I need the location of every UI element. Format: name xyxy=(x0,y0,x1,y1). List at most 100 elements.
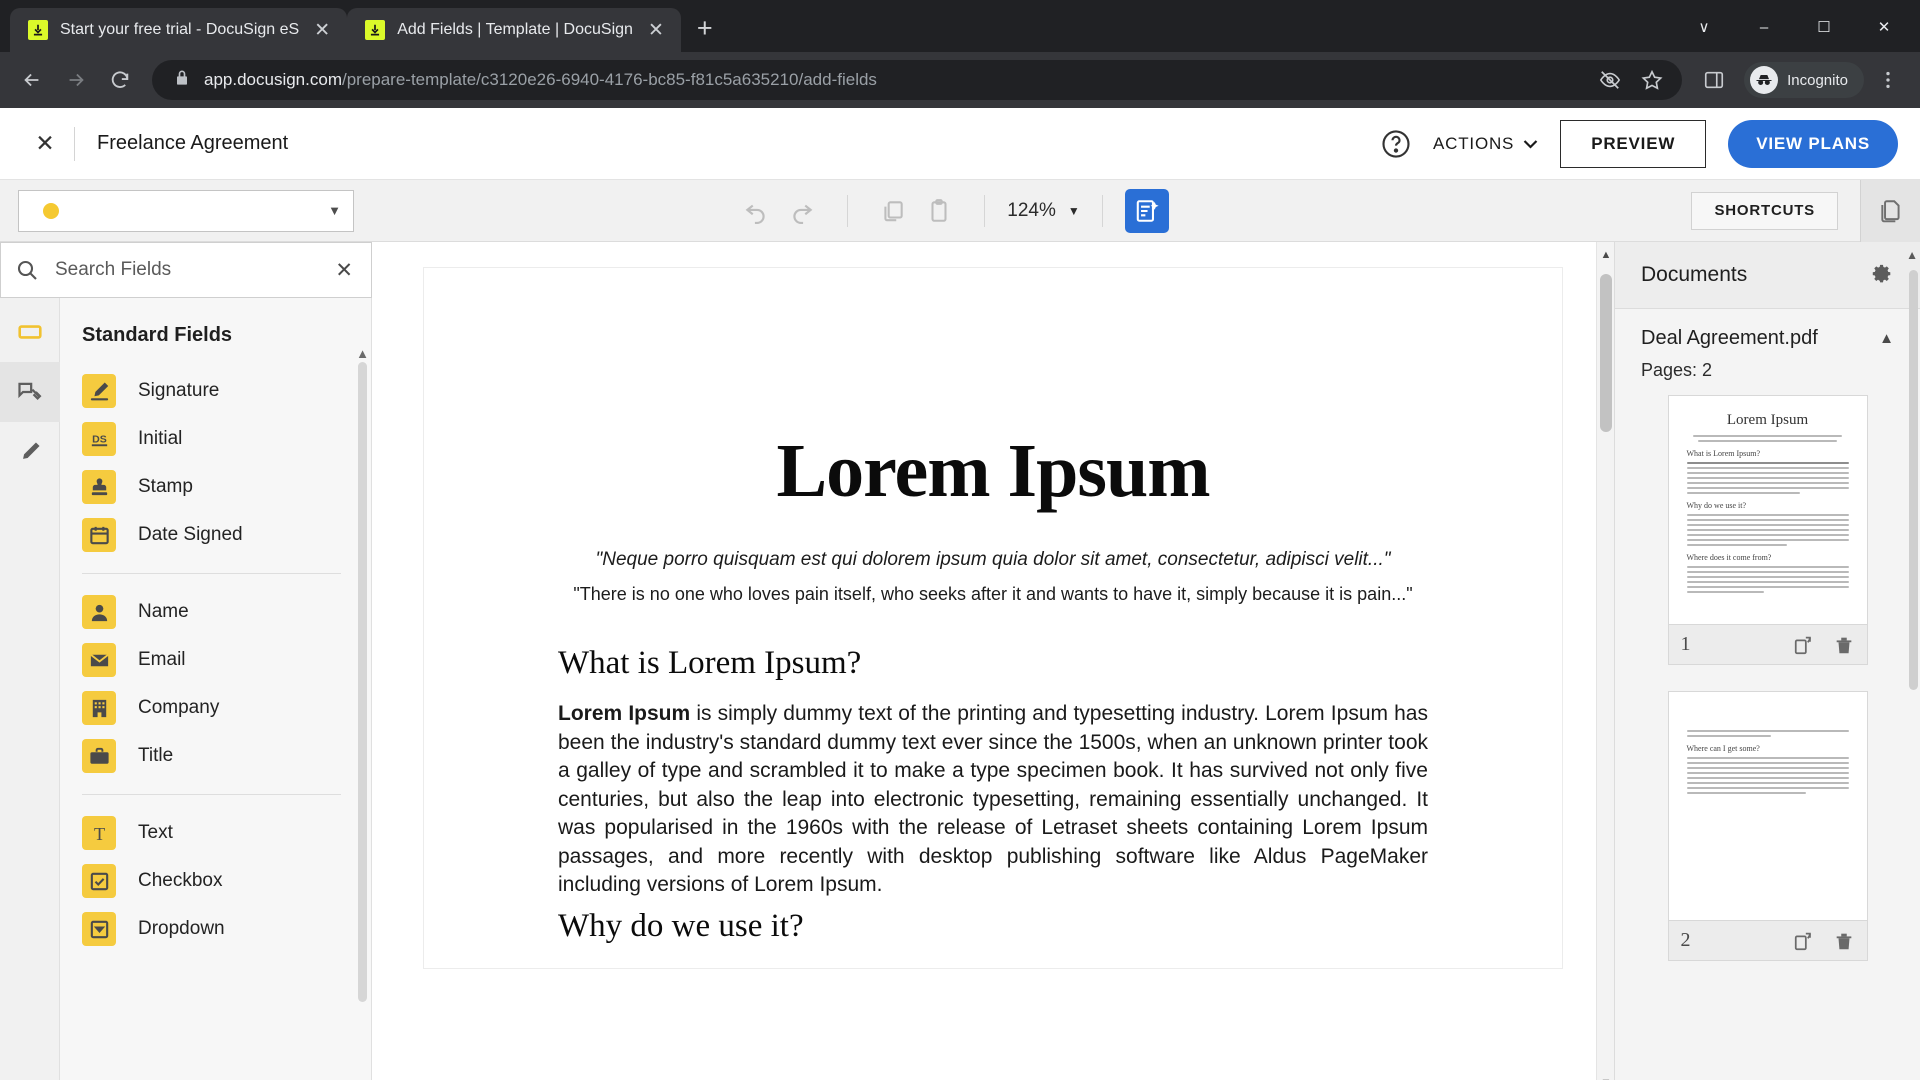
signature-icon xyxy=(82,374,116,408)
main-area: ✕ Standard Fields Signature DS Initial xyxy=(0,242,1920,1080)
field-item-date-signed[interactable]: Date Signed xyxy=(60,511,371,559)
address-bar[interactable]: app.docusign.com/prepare-template/c3120e… xyxy=(152,60,1683,100)
page-title: Freelance Agreement xyxy=(97,132,289,154)
browser-tab-2-close-icon[interactable]: ✕ xyxy=(645,21,667,40)
view-plans-button[interactable]: VIEW PLANS xyxy=(1728,119,1898,168)
incognito-indicator[interactable]: Incognito xyxy=(1744,62,1864,98)
browser-tab-2[interactable]: Add Fields | Template | DocuSign ✕ xyxy=(347,8,681,52)
delete-icon[interactable] xyxy=(1833,634,1855,656)
field-item-email[interactable]: Email xyxy=(60,636,371,684)
field-label: Title xyxy=(138,745,174,766)
field-label: Name xyxy=(138,601,189,622)
search-icon xyxy=(15,258,39,282)
page-scroll-area[interactable]: Lorem Ipsum "Neque porro quisquam est qu… xyxy=(372,242,1614,1080)
documents-toggle-icon[interactable] xyxy=(1860,179,1920,242)
recipient-select[interactable]: ▼ xyxy=(18,189,354,232)
doc-body-paragraph: Lorem Ipsum is simply dummy text of the … xyxy=(558,700,1428,900)
documents-title: Documents xyxy=(1641,263,1748,286)
page-thumbnail-2[interactable]: Where can I get some? 2 xyxy=(1667,691,1868,961)
minimize-window-icon[interactable]: – xyxy=(1736,8,1792,46)
toolbar-center: 124% ▼ xyxy=(372,188,1530,234)
viewer-vscroll-thumb[interactable] xyxy=(1600,274,1612,432)
doc-heading: Lorem Ipsum xyxy=(776,429,1210,513)
field-item-checkbox[interactable]: Checkbox xyxy=(60,857,371,905)
page-thumbnail-2-preview[interactable]: Where can I get some? xyxy=(1667,691,1868,921)
copy-icon[interactable] xyxy=(870,188,916,234)
recipients-icon[interactable] xyxy=(0,362,60,422)
paste-icon[interactable] xyxy=(916,188,962,234)
window-controls: ∨ – ☐ ✕ xyxy=(1676,8,1912,46)
field-group-divider xyxy=(82,794,341,795)
documents-list: Deal Agreement.pdf ▲ Pages: 2 Lorem Ipsu… xyxy=(1615,308,1920,1080)
gear-icon[interactable] xyxy=(1868,262,1894,288)
field-item-dropdown[interactable]: Dropdown xyxy=(60,905,371,953)
field-item-initial[interactable]: DS Initial xyxy=(60,415,371,463)
field-label: Email xyxy=(138,649,186,670)
field-item-title[interactable]: Title xyxy=(60,732,371,780)
field-item-company[interactable]: Company xyxy=(60,684,371,732)
field-item-text[interactable]: T Text xyxy=(60,809,371,857)
bookmark-star-icon[interactable] xyxy=(1632,60,1672,100)
side-panel-icon[interactable] xyxy=(1694,60,1734,100)
thumb-section-3: Where does it come from? xyxy=(1686,553,1772,562)
page-thumbnail-1-preview[interactable]: Lorem Ipsum What is Lorem Ipsum? Why do … xyxy=(1667,395,1868,625)
viewer-scroll-up-icon[interactable]: ▲ xyxy=(1597,244,1614,266)
chevron-up-icon[interactable]: ▲ xyxy=(1879,330,1894,347)
delete-icon[interactable] xyxy=(1833,930,1855,952)
chrome-menu-icon[interactable] xyxy=(1868,60,1908,100)
url-text: app.docusign.com/prepare-template/c3120e… xyxy=(204,70,877,90)
checkbox-icon xyxy=(82,864,116,898)
omnibox-actions xyxy=(1590,60,1672,100)
tracking-protection-icon[interactable] xyxy=(1590,60,1630,100)
fields-scrollbar-thumb[interactable] xyxy=(358,362,367,1002)
field-group-divider xyxy=(82,573,341,574)
new-tab-button[interactable]: + xyxy=(697,15,713,42)
field-label: Signature xyxy=(138,380,220,401)
reload-icon[interactable] xyxy=(100,60,140,100)
viewer-vertical-scrollbar[interactable]: ▲ ▼ xyxy=(1596,242,1614,1080)
shortcuts-button[interactable]: SHORTCUTS xyxy=(1691,191,1838,230)
help-icon[interactable] xyxy=(1381,129,1411,159)
zoom-level-control[interactable]: 124% ▼ xyxy=(1007,200,1080,222)
search-fields-wrap: ✕ xyxy=(0,242,372,298)
pen-icon[interactable] xyxy=(0,422,60,482)
forward-icon[interactable] xyxy=(56,60,96,100)
document-page[interactable]: Lorem Ipsum "Neque porro quisquam est qu… xyxy=(424,268,1562,968)
search-input[interactable] xyxy=(55,259,332,281)
field-label: Company xyxy=(138,697,220,718)
close-editor-button[interactable]: ✕ xyxy=(22,130,68,157)
document-file-row[interactable]: Deal Agreement.pdf ▲ xyxy=(1615,309,1920,354)
viewer-scroll-down-icon[interactable]: ▼ xyxy=(1597,1072,1614,1080)
incognito-icon xyxy=(1750,66,1779,94)
toolbar-divider xyxy=(1101,194,1103,227)
undo-icon[interactable] xyxy=(733,188,779,234)
documents-scrollbar-thumb[interactable] xyxy=(1909,270,1918,690)
preview-button[interactable]: PREVIEW xyxy=(1560,119,1707,168)
omnibox-bar: app.docusign.com/prepare-template/c3120e… xyxy=(0,52,1920,108)
doc-quote-2: "There is no one who loves pain itself, … xyxy=(573,584,1413,604)
close-window-icon[interactable]: ✕ xyxy=(1856,8,1912,46)
field-item-signature[interactable]: Signature xyxy=(60,367,371,415)
redo-icon[interactable] xyxy=(779,188,825,234)
header-actions: ACTIONS PREVIEW VIEW PLANS xyxy=(1381,119,1898,168)
field-item-stamp[interactable]: Stamp xyxy=(60,463,371,511)
browser-tab-1[interactable]: Start your free trial - DocuSign eS ✕ xyxy=(10,8,348,52)
actions-menu-button[interactable]: ACTIONS xyxy=(1433,134,1538,154)
browser-tab-1-close-icon[interactable]: ✕ xyxy=(311,21,333,40)
field-item-name[interactable]: Name xyxy=(60,588,371,636)
fields-scroll-up-icon[interactable]: ▲ xyxy=(356,346,369,361)
rotate-icon[interactable] xyxy=(1793,930,1815,952)
rotate-icon[interactable] xyxy=(1793,634,1815,656)
documents-scroll-up-icon[interactable]: ▲ xyxy=(1906,248,1918,262)
field-label: Stamp xyxy=(138,476,193,497)
clear-search-icon[interactable]: ✕ xyxy=(331,258,357,283)
back-icon[interactable] xyxy=(12,60,52,100)
auto-place-fields-icon[interactable] xyxy=(1124,188,1169,233)
expand-window-icon[interactable]: ∨ xyxy=(1676,8,1732,46)
zoom-level-value: 124% xyxy=(1007,199,1056,221)
fields-list[interactable]: Standard Fields Signature DS Initial Sta… xyxy=(60,298,371,1080)
maximize-window-icon[interactable]: ☐ xyxy=(1796,8,1852,46)
field-label: Date Signed xyxy=(138,524,243,545)
field-box-icon[interactable] xyxy=(0,302,60,362)
page-thumbnail-1[interactable]: Lorem Ipsum What is Lorem Ipsum? Why do … xyxy=(1667,395,1868,665)
